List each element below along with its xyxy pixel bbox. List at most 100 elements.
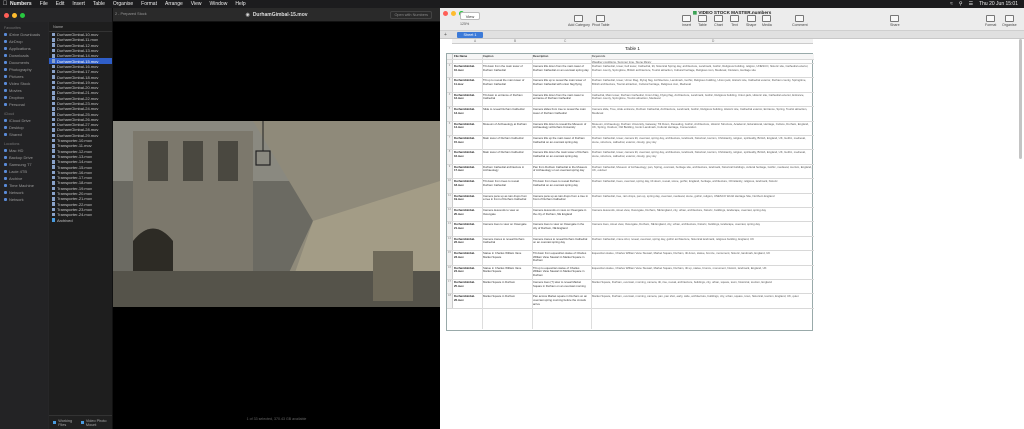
table-cell[interactable]: DurhamGimbal-17.mov [454,165,481,173]
table-cell[interactable]: Camera tilts down the main tower of Durh… [533,151,589,158]
add-sheet-icon[interactable]: + [444,32,447,38]
table-cell[interactable]: Camera slide, Tree, slide entrance, Durh… [592,107,812,115]
column-header-cell[interactable]: Keywords [592,54,812,59]
table-cell[interactable]: Main tower of Durham Cathedral [483,151,529,155]
table-cell[interactable]: Main tower of Durham Cathedral [483,136,529,141]
row-number[interactable]: 5 [447,107,453,121]
table-cell[interactable]: Camera pans up as rain drops from a tree… [483,194,529,202]
table-cell[interactable]: DurhamGimbal-14.mov [454,122,481,130]
table-row[interactable]: 15 DurhamGimbal-23.mov Statue in Charles W… [447,251,814,266]
table-cell[interactable]: DurhamGimbal-21.mov [454,223,481,230]
table-row[interactable]: 7 DurhamGimbal-15.mov Main tower of Durham… [447,136,814,151]
table-cell[interactable]: Camera rises, street view, Owengate, Dur… [592,223,812,227]
toolbar-button-table[interactable]: Table [698,15,707,27]
table-title[interactable]: Table 1 [452,46,813,51]
sidebar-item[interactable]: Backup Drive [0,154,48,161]
toolbar-button-text[interactable]: Text [730,15,739,27]
row-number[interactable]: 9 [447,164,453,179]
table-cell[interactable]: Pan from Durham Cathedral to the Museum … [533,165,589,173]
close-button[interactable] [4,13,9,18]
table-cell[interactable]: Durham Cathedral, Museum of Archaeology,… [592,165,812,173]
table-row[interactable]: 11 DurhamGimbal-19.mov Camera pans up as r… [447,193,814,208]
row-number[interactable]: 16 [447,265,453,279]
table-cell[interactable]: Tilt up to equestrian statue of Charles … [533,266,589,278]
row-number[interactable]: 4 [447,92,453,107]
row-number[interactable]: 7 [447,136,453,150]
menu-table[interactable]: Table [93,1,105,7]
table-cell[interactable]: Market Square, Durham, overcast, morning… [592,280,812,285]
table-cell[interactable]: DurhamGimbal-23.mov [454,251,481,259]
sidebar-item[interactable]: Applications [0,45,48,52]
table-cell[interactable]: DurhamGimbal-22.mov [454,237,481,245]
menu-organise[interactable]: Organise [113,1,133,7]
table-cell[interactable]: Camera rises to view on Owengate in the … [533,223,589,230]
table-cell[interactable]: Camera tilts down to reveal the Museum o… [533,122,589,130]
menu-format[interactable]: Format [141,1,157,7]
sidebar-item[interactable]: Desktop [0,124,48,131]
table-row[interactable]: 4 DurhamGimbal-12.mov Tilt down to entranc… [447,92,814,108]
sidebar-item[interactable]: Archive [0,175,48,182]
table-cell[interactable]: DurhamGimbal-19.mov [454,194,481,202]
table-cell[interactable]: Market Square, Durham, overcast, morning… [592,295,812,299]
sidebar-item[interactable]: Pictures [0,73,48,80]
row-number[interactable]: 10 [447,179,453,193]
table-cell[interactable]: Tilt up to reveal the main tower of Durh… [483,79,529,86]
row-number[interactable] [447,60,453,63]
row-number[interactable]: 6 [447,121,453,135]
table-cell[interactable]: Durham Cathedral, tower, camera tilt, ov… [592,151,812,158]
table-cell[interactable]: Museum of Archaeology at Durham [483,122,529,127]
table-row[interactable]: 8 DurhamGimbal-16.mov Main tower of Durham… [447,150,814,165]
toolbar-button-insert[interactable]: Insert [682,15,691,27]
table-cell[interactable]: DurhamGimbal-18.mov [454,179,481,187]
table-cell[interactable]: DurhamGimbal-24.mov [454,266,481,274]
sidebar-item[interactable]: Time Machine [0,182,48,189]
minimize-button[interactable] [12,13,17,18]
table-cell[interactable]: Camera cranes to reveal Durham Cathedral… [533,237,589,245]
sidebar-item[interactable]: Photography [0,66,48,73]
vertical-scrollbar[interactable] [1019,39,1022,159]
table-cell[interactable]: Camera descends on view on Owengate in t… [533,208,589,216]
column-letter-a[interactable]: A [474,39,476,43]
menu-insert[interactable]: Insert [72,1,85,7]
table-row[interactable]: 18 DurhamGimbal-26.mov Market Square in Du… [447,294,814,309]
table-cell[interactable]: DurhamGimbal-20.mov [454,208,481,216]
open-with-button[interactable]: Open with Numbers [390,11,432,19]
zoom-button[interactable] [20,13,25,18]
row-number[interactable]: 8 [447,150,453,164]
sidebar-item[interactable]: Video Stock [0,80,48,87]
table-cell[interactable]: Cathedral, Main tower, Durham Cathedral,… [592,93,812,101]
toolbar-button-media[interactable]: Media [762,15,772,27]
row-number[interactable]: 2 [447,64,453,78]
menu-arrange[interactable]: Arrange [165,1,183,7]
table-cell[interactable]: Museum, Archaeology, Durham University, … [592,122,812,130]
sidebar-item[interactable]: Documents [0,59,48,66]
column-letter-d[interactable]: D [712,39,714,43]
column-divider[interactable] [482,55,483,329]
clock[interactable]: Thu 20 Jun 15:01 [979,1,1018,7]
control-center-icon[interactable]: ☰ [969,1,973,7]
table-cell[interactable]: Camera slides from tree to reveal the ma… [533,107,589,115]
file-list-item[interactable]: Archived [49,217,112,223]
sidebar-item[interactable]: Mac HD [0,147,48,154]
column-header-cell[interactable]: Description [533,54,589,59]
table-row[interactable]: 14 DurhamGimbal-22.mov Camera cranes to re… [447,236,814,252]
table-row[interactable]: 2 DurhamGimbal-10.mov Tilt down from the m… [447,64,814,79]
table-cell[interactable]: DurhamGimbal-15.mov [454,136,481,144]
table-cell[interactable]: DurhamGimbal-10.mov [454,64,481,72]
sidebar-item[interactable]: Network [0,196,48,203]
row-number[interactable]: 18 [447,294,453,308]
column-header-cell[interactable]: Caption [483,54,529,59]
sidebar-item[interactable]: Lacie 4TB [0,168,48,175]
row-number[interactable]: 13 [447,222,453,236]
column-letter-c[interactable]: C [564,39,566,43]
table-cell[interactable]: Durham Cathedral, tree, rain drops, pan … [592,194,812,199]
column-divider[interactable] [591,55,592,329]
toolbar-button-chart[interactable]: Chart [714,15,723,27]
table-cell[interactable]: Statue in Charles William Vane Market Sq… [483,251,529,259]
search-icon[interactable]: ⚲ [959,1,963,7]
table-row[interactable]: 3 DurhamGimbal-11.mov Tilt up to reveal th… [447,78,814,93]
toolbar-button-shape[interactable]: Shape [746,15,756,27]
tab-sheet-1[interactable]: Sheet 1 [457,32,483,38]
table-row[interactable]: 17 DurhamGimbal-25.mov Market Square in Du… [447,280,814,295]
table-cell[interactable]: Pan across Market square in Durham on an… [533,295,589,306]
